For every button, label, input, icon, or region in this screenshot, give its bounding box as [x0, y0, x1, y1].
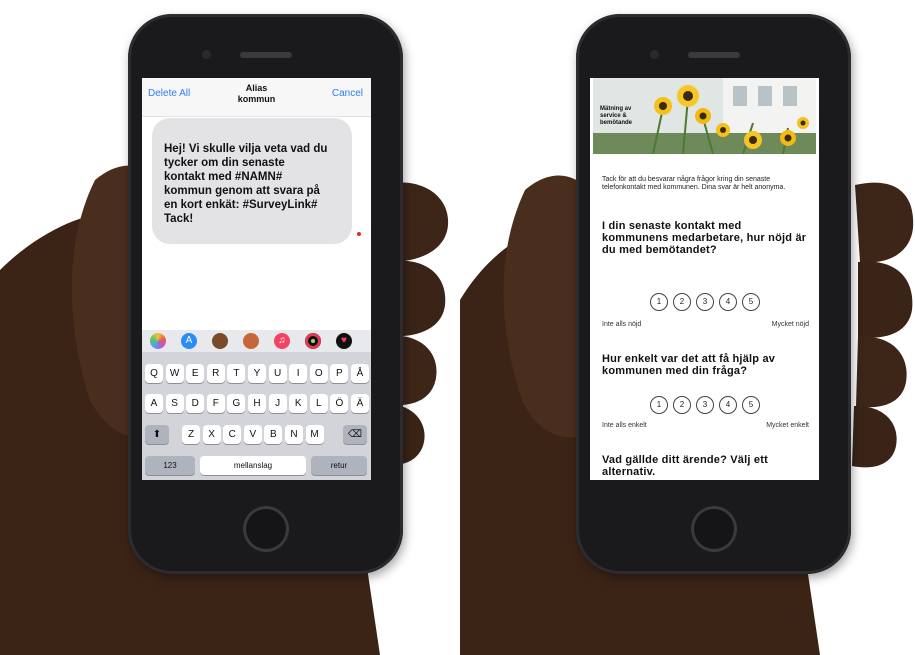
return-key[interactable]: retur — [311, 456, 367, 475]
rating-1-option-5[interactable]: 5 — [742, 293, 760, 311]
scale-1-high-label: Mycket nöjd — [771, 321, 809, 328]
key-z[interactable]: Z — [182, 425, 200, 444]
front-camera-2 — [650, 50, 659, 59]
key-m[interactable]: M — [305, 425, 324, 444]
key-å[interactable]: Å — [351, 364, 369, 383]
scale-2-low-label: Inte alls enkelt — [602, 422, 647, 429]
memoji-icon-2[interactable] — [243, 333, 259, 349]
cancel-button[interactable]: Cancel — [332, 88, 363, 99]
key-s[interactable]: S — [165, 394, 184, 413]
key-x[interactable]: X — [202, 425, 221, 444]
scale-2-high-label: Mycket enkelt — [766, 422, 809, 429]
survey-screen: Mätning av service & bemötande Tack för … — [590, 78, 819, 480]
heart-icon[interactable]: ♥ — [336, 333, 352, 349]
key-c[interactable]: C — [223, 425, 242, 444]
music-icon[interactable]: ♫ — [274, 333, 290, 349]
rating-1-option-2[interactable]: 2 — [673, 293, 691, 311]
numbers-key[interactable]: 123 — [145, 456, 195, 475]
keyboard: A ♫ ♥ QWERTYUIOPÅ ASDFGHJKLÖÄ ⬆ ⌫ ZXCVBN… — [142, 330, 371, 480]
rating-2-option-4[interactable]: 4 — [719, 396, 737, 414]
rating-scale-2: 12345 — [650, 396, 760, 416]
question-1: I din senaste kontakt med kommunens meda… — [602, 220, 807, 256]
home-button-2[interactable] — [691, 506, 737, 552]
sms-screen: Delete All Alias kommun Cancel Hej! Vi s… — [142, 78, 371, 480]
key-p[interactable]: P — [330, 364, 349, 383]
key-k[interactable]: K — [289, 394, 308, 413]
key-u[interactable]: U — [268, 364, 287, 383]
rating-scale-1: 12345 — [650, 293, 760, 313]
rating-2-option-3[interactable]: 3 — [696, 396, 714, 414]
rating-2-option-2[interactable]: 2 — [673, 396, 691, 414]
key-y[interactable]: Y — [248, 364, 266, 383]
earpiece-speaker — [240, 52, 292, 58]
survey-intro: Tack för att du besvarar några frågor kr… — [602, 176, 786, 191]
key-b[interactable]: B — [264, 425, 283, 444]
key-q[interactable]: Q — [145, 364, 163, 383]
question-3: Vad gällde ditt ärende? Välj ett alterna… — [602, 454, 768, 478]
key-l[interactable]: L — [309, 394, 328, 413]
key-t[interactable]: T — [227, 364, 246, 383]
phone-left: Delete All Alias kommun Cancel Hej! Vi s… — [128, 14, 403, 574]
app-store-icon[interactable]: A — [181, 333, 197, 349]
memoji-icon[interactable] — [212, 333, 228, 349]
backspace-key[interactable]: ⌫ — [343, 425, 367, 444]
key-g[interactable]: G — [227, 394, 246, 413]
key-ö[interactable]: Ö — [330, 394, 349, 413]
rating-1-option-3[interactable]: 3 — [696, 293, 714, 311]
shift-key[interactable]: ⬆ — [145, 425, 169, 444]
space-key[interactable]: mellanslag — [200, 456, 306, 475]
key-w[interactable]: W — [165, 364, 184, 383]
activity-icon[interactable] — [305, 333, 321, 349]
key-r[interactable]: R — [206, 364, 225, 383]
rating-2-option-5[interactable]: 5 — [742, 396, 760, 414]
home-button[interactable] — [243, 506, 289, 552]
earpiece-speaker-2 — [688, 52, 740, 58]
rating-2-option-1[interactable]: 1 — [650, 396, 668, 414]
question-2: Hur enkelt var det att få hjälp av kommu… — [602, 353, 776, 377]
phone-right: Mätning av service & bemötande Tack för … — [576, 14, 851, 574]
app-drawer: A ♫ ♥ — [142, 330, 371, 352]
hero-image: Mätning av service & bemötande — [593, 78, 816, 154]
key-j[interactable]: J — [268, 394, 287, 413]
scale-1-low-label: Inte alls nöjd — [602, 321, 642, 328]
photos-icon[interactable] — [150, 333, 166, 349]
key-d[interactable]: D — [186, 394, 205, 413]
key-ä[interactable]: Ä — [351, 394, 369, 413]
key-n[interactable]: N — [285, 425, 303, 444]
message-navbar: Delete All Alias kommun Cancel — [142, 78, 371, 117]
key-h[interactable]: H — [248, 394, 266, 413]
key-i[interactable]: I — [289, 364, 308, 383]
message-text: Hej! Vi skulle vilja veta vad du tycker … — [164, 143, 328, 225]
front-camera — [202, 50, 211, 59]
key-a[interactable]: A — [145, 394, 163, 413]
rating-1-option-4[interactable]: 4 — [719, 293, 737, 311]
rating-1-option-1[interactable]: 1 — [650, 293, 668, 311]
hero-caption: Mätning av service & bemötande — [600, 106, 633, 126]
cursor-dot — [357, 232, 361, 236]
key-e[interactable]: E — [186, 364, 205, 383]
message-bubble[interactable]: Hej! Vi skulle vilja veta vad du tycker … — [152, 118, 361, 244]
key-o[interactable]: O — [309, 364, 328, 383]
key-f[interactable]: F — [206, 394, 225, 413]
key-v[interactable]: V — [243, 425, 262, 444]
